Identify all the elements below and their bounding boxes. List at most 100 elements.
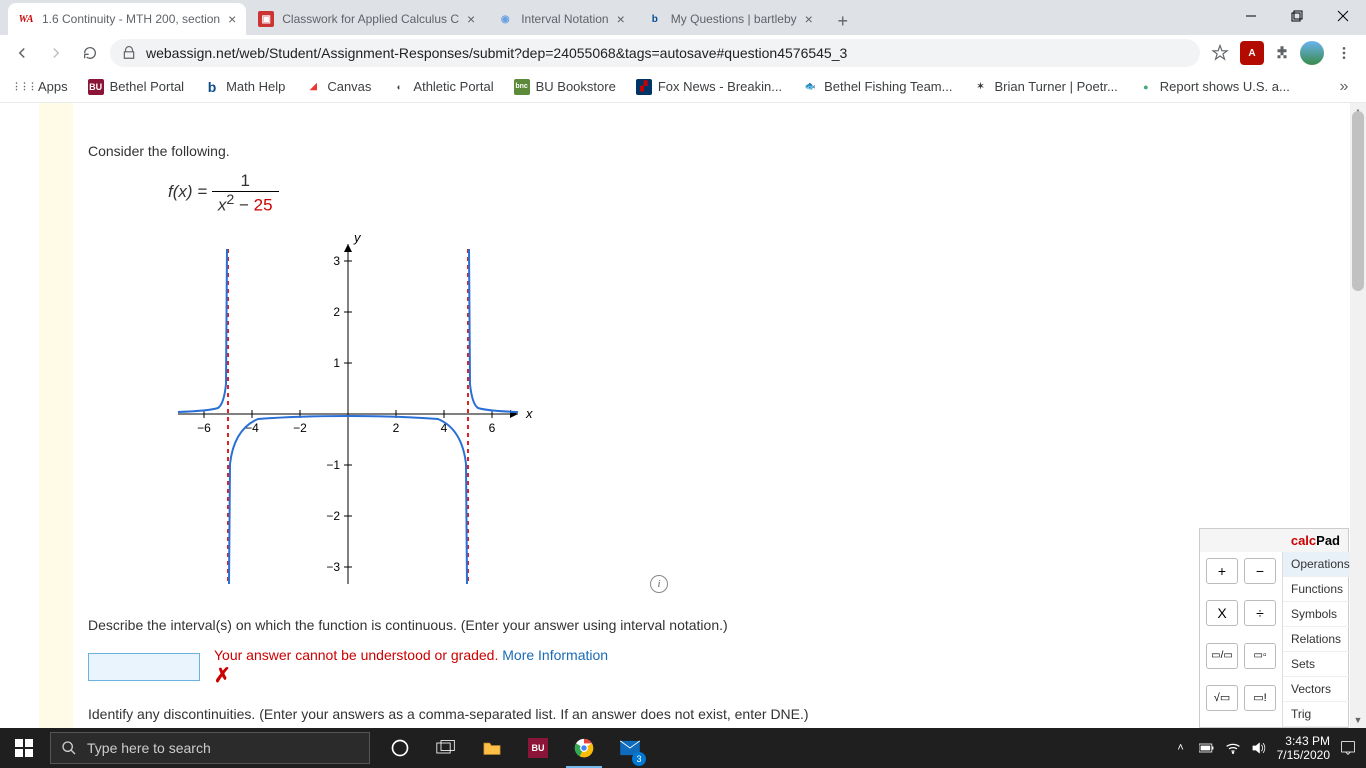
- close-icon[interactable]: ×: [228, 11, 236, 27]
- task-view-icon[interactable]: [424, 728, 468, 768]
- bookmark-report[interactable]: ●Report shows U.S. a...: [1130, 75, 1298, 99]
- vertical-scrollbar[interactable]: ▲ ▼: [1350, 103, 1366, 728]
- calcpad-times[interactable]: X: [1206, 600, 1238, 626]
- calcpad-sqrt[interactable]: √▭: [1206, 685, 1238, 711]
- wifi-icon[interactable]: [1225, 740, 1241, 756]
- bookmark-bethel-portal[interactable]: BUBethel Portal: [80, 75, 192, 99]
- menu-button[interactable]: [1330, 39, 1358, 67]
- address-bar[interactable]: webassign.net/web/Student/Assignment-Res…: [110, 39, 1200, 67]
- maximize-button[interactable]: [1274, 0, 1320, 32]
- svg-text:x: x: [525, 406, 533, 421]
- svg-text:−2: −2: [293, 421, 307, 435]
- window-controls: [1228, 0, 1366, 35]
- volume-icon[interactable]: [1251, 740, 1267, 756]
- calcpad-cat-sets[interactable]: Sets: [1283, 652, 1358, 677]
- prompt-consider: Consider the following.: [88, 143, 1250, 159]
- calcpad-buttons: + − X ÷ ▭/▭ ▭▫ √▭ ▭!: [1200, 552, 1282, 727]
- page-content: Consider the following. f(x) = 1 x2 − 25…: [0, 103, 1350, 728]
- new-tab-button[interactable]: +: [829, 7, 857, 35]
- bookmarks-bar: ⋮⋮⋮Apps BUBethel Portal bMath Help ◢Canv…: [0, 71, 1366, 103]
- prompt-describe: Describe the interval(s) on which the fu…: [88, 617, 1250, 633]
- more-info-link[interactable]: More Information: [502, 647, 608, 663]
- acrobat-extension-icon[interactable]: A: [1240, 41, 1264, 65]
- close-icon[interactable]: ×: [467, 11, 475, 27]
- forward-button[interactable]: [42, 39, 70, 67]
- close-icon[interactable]: ×: [617, 11, 625, 27]
- bookmark-athletic[interactable]: ◐Athletic Portal: [383, 75, 501, 99]
- calcpad-cat-vectors[interactable]: Vectors: [1283, 677, 1358, 702]
- toolbar: webassign.net/web/Student/Assignment-Res…: [0, 35, 1366, 71]
- bookmark-canvas[interactable]: ◢Canvas: [297, 75, 379, 99]
- function-graph: x y −6 −4 −2 2 4 6 3 2 1 −1: [158, 234, 538, 594]
- tab-3[interactable]: b My Questions | bartleby ×: [637, 3, 823, 35]
- calcpad-panel: calcPad + − X ÷ ▭/▭ ▭▫ √▭ ▭! Operations …: [1199, 528, 1349, 728]
- favicon-interval: ◉: [497, 11, 513, 27]
- chrome-icon[interactable]: [562, 728, 606, 768]
- favicon-bartleby: b: [647, 11, 663, 27]
- extensions-button[interactable]: [1270, 41, 1294, 65]
- tray-chevron-icon[interactable]: ˄: [1173, 740, 1189, 756]
- bookmark-icon: bnc: [514, 79, 530, 95]
- scroll-down-arrow[interactable]: ▼: [1350, 712, 1366, 728]
- calcpad-cat-functions[interactable]: Functions: [1283, 577, 1358, 602]
- calcpad-fraction[interactable]: ▭/▭: [1206, 643, 1238, 669]
- info-icon[interactable]: i: [650, 575, 668, 593]
- question-body: Consider the following. f(x) = 1 x2 − 25…: [88, 143, 1250, 728]
- interval-answer-input[interactable]: [88, 653, 200, 681]
- profile-avatar[interactable]: [1300, 41, 1324, 65]
- minimize-button[interactable]: [1228, 0, 1274, 32]
- cortana-icon[interactable]: [378, 728, 422, 768]
- start-button[interactable]: [0, 728, 48, 768]
- bookmark-math-help[interactable]: bMath Help: [196, 75, 293, 99]
- bookmark-icon: ◐: [391, 79, 407, 95]
- calcpad-categories: Operations Functions Symbols Relations S…: [1282, 552, 1358, 727]
- error-text: Your answer cannot be understood or grad…: [214, 647, 502, 663]
- apps-icon: ⋮⋮⋮: [16, 79, 32, 95]
- system-tray: ˄ 3:43 PM 7/15/2020: [1163, 728, 1366, 768]
- star-button[interactable]: [1206, 39, 1234, 67]
- scrollbar-thumb[interactable]: [1352, 111, 1364, 291]
- calcpad-minus[interactable]: −: [1244, 558, 1276, 584]
- bookmark-icon: ●: [1138, 79, 1154, 95]
- bookmark-fox[interactable]: ▞Fox News - Breakin...: [628, 75, 790, 99]
- favicon-webassign: WA: [18, 11, 34, 27]
- apps-button[interactable]: ⋮⋮⋮Apps: [8, 75, 76, 99]
- calcpad-cat-trig[interactable]: Trig: [1283, 702, 1358, 727]
- tab-title: Interval Notation: [521, 12, 608, 26]
- taskbar-search[interactable]: Type here to search: [50, 732, 370, 764]
- bookmark-fishing[interactable]: 🐟Bethel Fishing Team...: [794, 75, 960, 99]
- mail-icon[interactable]: 3: [608, 728, 652, 768]
- tab-title: My Questions | bartleby: [671, 12, 797, 26]
- calcpad-power[interactable]: ▭▫: [1244, 643, 1276, 669]
- answer-row-1: Your answer cannot be understood or grad…: [88, 647, 1250, 688]
- svg-text:−1: −1: [326, 458, 340, 472]
- battery-icon[interactable]: [1199, 740, 1215, 756]
- tab-0[interactable]: WA 1.6 Continuity - MTH 200, section ×: [8, 3, 246, 35]
- tab-1[interactable]: ▣ Classwork for Applied Calculus C ×: [248, 3, 485, 35]
- reload-button[interactable]: [76, 39, 104, 67]
- calcpad-plus[interactable]: +: [1206, 558, 1238, 584]
- calcpad-cat-operations[interactable]: Operations: [1283, 552, 1358, 577]
- lock-icon: [122, 46, 136, 60]
- bookmark-icon: b: [204, 79, 220, 95]
- taskbar-apps: BU 3: [378, 728, 652, 768]
- bookmarks-overflow[interactable]: »: [1330, 73, 1358, 101]
- notifications-icon[interactable]: [1340, 740, 1356, 756]
- taskbar-clock[interactable]: 3:43 PM 7/15/2020: [1277, 734, 1330, 763]
- error-block: Your answer cannot be understood or grad…: [214, 647, 608, 688]
- back-button[interactable]: [8, 39, 36, 67]
- bookmark-bookstore[interactable]: bncBU Bookstore: [506, 75, 624, 99]
- close-icon[interactable]: ×: [805, 11, 813, 27]
- svg-text:y: y: [353, 234, 362, 245]
- bethel-app-icon[interactable]: BU: [516, 728, 560, 768]
- svg-text:1: 1: [333, 356, 340, 370]
- calcpad-divide[interactable]: ÷: [1244, 600, 1276, 626]
- calcpad-factorial[interactable]: ▭!: [1244, 685, 1276, 711]
- tab-2[interactable]: ◉ Interval Notation ×: [487, 3, 635, 35]
- calcpad-cat-relations[interactable]: Relations: [1283, 627, 1358, 652]
- bookmark-poetry[interactable]: ✶Brian Turner | Poetr...: [964, 75, 1125, 99]
- close-window-button[interactable]: [1320, 0, 1366, 32]
- file-explorer-icon[interactable]: [470, 728, 514, 768]
- calcpad-cat-symbols[interactable]: Symbols: [1283, 602, 1358, 627]
- margin-strip: [39, 103, 73, 728]
